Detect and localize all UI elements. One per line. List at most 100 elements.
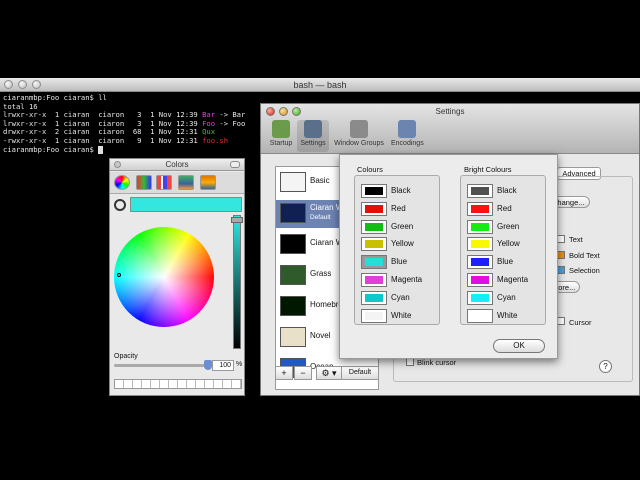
saved-swatch-cell[interactable] xyxy=(142,380,151,388)
default-button[interactable]: Default xyxy=(341,366,379,380)
opacity-value-field[interactable]: 100 xyxy=(212,360,234,371)
ok-button[interactable]: OK xyxy=(493,339,545,353)
add-profile-button[interactable]: + xyxy=(275,366,293,380)
colour-well[interactable] xyxy=(467,201,493,216)
brightness-slider[interactable] xyxy=(233,215,241,349)
colors-panel[interactable]: Colors Opacity 100 % xyxy=(109,158,245,396)
wheel-picker-marker[interactable] xyxy=(117,273,121,277)
settings-titlebar[interactable]: Settings Startup Settings Window Groups Enc… xyxy=(261,104,639,154)
colour-row-cyan[interactable]: Cyan xyxy=(465,289,545,305)
bold-text-color-well[interactable] xyxy=(557,251,565,259)
colour-label: White xyxy=(497,310,518,320)
saved-swatch-cell[interactable] xyxy=(115,380,124,388)
image-palettes-icon[interactable] xyxy=(178,175,194,190)
colour-row-blue[interactable]: Blue xyxy=(465,253,545,270)
startup-icon xyxy=(272,120,290,138)
colour-well[interactable] xyxy=(361,201,387,216)
bright-colours-group: Black Red Green Yellow Blue Magenta Cyan White xyxy=(460,175,546,325)
colour-row-yellow[interactable]: Yellow xyxy=(359,235,439,252)
colour-well[interactable] xyxy=(467,273,493,287)
colour-fill xyxy=(471,293,489,302)
colour-well[interactable] xyxy=(361,290,387,305)
brightness-slider-knob[interactable] xyxy=(231,217,243,223)
colour-row-green[interactable]: Green xyxy=(359,218,439,234)
current-color-swatch[interactable] xyxy=(130,197,242,212)
colour-fill xyxy=(471,204,489,213)
colour-well[interactable] xyxy=(467,255,493,270)
toolbar-label: Settings xyxy=(300,140,326,147)
saved-swatch-cell[interactable] xyxy=(214,380,223,388)
colour-well[interactable] xyxy=(361,237,387,252)
colour-well[interactable] xyxy=(361,219,387,234)
colour-well[interactable] xyxy=(361,255,387,270)
opacity-slider-knob[interactable] xyxy=(204,360,212,370)
colour-row-red[interactable]: Red xyxy=(465,200,545,216)
help-button[interactable]: ? xyxy=(599,360,612,373)
colour-well[interactable] xyxy=(467,184,493,198)
color-wheel[interactable] xyxy=(114,227,214,327)
colour-well[interactable] xyxy=(467,237,493,252)
colour-well[interactable] xyxy=(467,219,493,234)
color-wheel-icon[interactable] xyxy=(114,175,130,190)
toolbar-label: Encodings xyxy=(391,140,424,147)
colour-row-cyan[interactable]: Cyan xyxy=(359,289,439,305)
toolbar-startup-button[interactable]: Startup xyxy=(265,120,297,152)
crayons-icon[interactable] xyxy=(200,175,216,190)
remove-profile-button[interactable]: − xyxy=(294,366,312,380)
saved-swatch-cell[interactable] xyxy=(205,380,214,388)
colour-fill xyxy=(365,187,383,195)
terminal-text: ciaranmbp:Foo ciaran$ xyxy=(3,144,99,154)
blink-cursor-label: Blink cursor xyxy=(417,358,457,367)
saved-swatch-cell[interactable] xyxy=(169,380,178,388)
colour-well[interactable] xyxy=(361,273,387,287)
colour-row-black[interactable]: Black xyxy=(465,182,545,198)
toolbar-window-groups-button[interactable]: Window Groups xyxy=(333,120,385,152)
saved-swatch-cell[interactable] xyxy=(124,380,133,388)
opacity-slider[interactable] xyxy=(114,364,210,367)
colour-well[interactable] xyxy=(467,308,493,323)
saved-swatch-cell[interactable] xyxy=(151,380,160,388)
saved-swatches[interactable] xyxy=(114,379,242,389)
saved-swatch-cell[interactable] xyxy=(187,380,196,388)
saved-swatch-cell[interactable] xyxy=(196,380,205,388)
colour-well[interactable] xyxy=(361,184,387,198)
color-sliders-icon[interactable] xyxy=(136,175,152,190)
colour-fill xyxy=(471,258,489,267)
colour-well[interactable] xyxy=(361,308,387,323)
toolbar-toggle-button[interactable] xyxy=(230,161,240,168)
blink-cursor-checkbox[interactable] xyxy=(406,358,414,366)
colour-fill xyxy=(365,222,383,231)
colour-row-blue[interactable]: Blue xyxy=(359,253,439,270)
selection-color-well[interactable] xyxy=(557,266,565,274)
colour-row-magenta[interactable]: Magenta xyxy=(465,271,545,287)
saved-swatch-cell[interactable] xyxy=(232,380,241,388)
terminal-titlebar[interactable]: bash — bash xyxy=(0,78,640,92)
colour-row-white[interactable]: White xyxy=(465,307,545,323)
colour-label: Cyan xyxy=(391,292,410,302)
colour-fill xyxy=(471,240,489,249)
toolbar-settings-button[interactable]: Settings xyxy=(297,120,329,152)
colors-titlebar[interactable]: Colors xyxy=(110,159,244,171)
magnifier-icon[interactable] xyxy=(114,199,126,211)
saved-swatch-cell[interactable] xyxy=(133,380,142,388)
colour-fill xyxy=(365,204,383,213)
gear-menu-button[interactable]: ⚙ ▾ xyxy=(316,366,342,380)
text-color-well[interactable] xyxy=(557,235,565,243)
colour-row-white[interactable]: White xyxy=(359,307,439,323)
colour-palette-sheet[interactable]: Colours Bright Colours Black Red Green Yell… xyxy=(339,154,558,359)
colour-row-black[interactable]: Black xyxy=(359,182,439,198)
window-groups-icon xyxy=(350,120,368,138)
color-palettes-icon[interactable] xyxy=(156,175,172,190)
terminal-output[interactable]: ciaranmbp:Foo ciaran$ ll total 16 lrwxr-xr… xyxy=(3,93,245,155)
profile-thumbnail xyxy=(280,296,306,316)
toolbar-encodings-button[interactable]: Encodings xyxy=(391,120,424,152)
saved-swatch-cell[interactable] xyxy=(160,380,169,388)
colour-row-green[interactable]: Green xyxy=(465,218,545,234)
colour-row-yellow[interactable]: Yellow xyxy=(465,235,545,252)
saved-swatch-cell[interactable] xyxy=(223,380,232,388)
saved-swatch-cell[interactable] xyxy=(178,380,187,388)
colour-row-red[interactable]: Red xyxy=(359,200,439,216)
terminal-line: ciaranmbp:Foo ciaran$ xyxy=(3,144,245,155)
colour-well[interactable] xyxy=(467,290,493,305)
colour-row-magenta[interactable]: Magenta xyxy=(359,271,439,287)
